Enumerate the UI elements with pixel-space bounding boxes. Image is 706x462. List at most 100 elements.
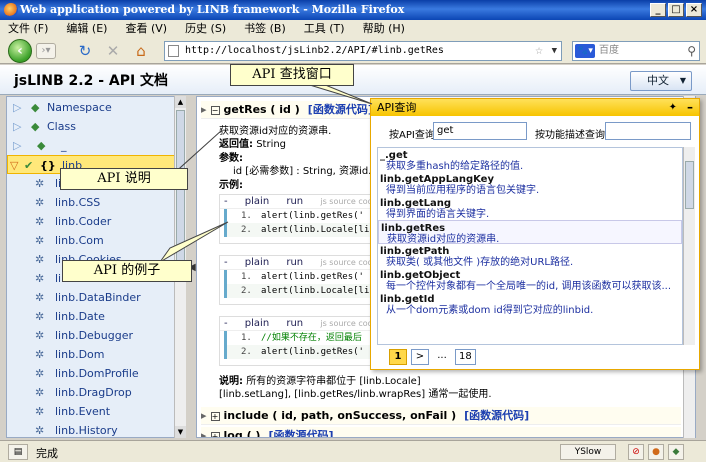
class-gear-icon: ✲ <box>35 215 45 228</box>
scroll-down-arrow-icon[interactable]: ▼ <box>175 426 186 438</box>
scroll-thumb[interactable] <box>176 110 185 270</box>
run-link[interactable]: run <box>286 257 303 268</box>
page-next-button[interactable]: > <box>411 349 429 365</box>
tree-item-underscore[interactable]: ▷ ◆ _ <box>7 136 177 155</box>
bookmark-star-icon[interactable]: ☆ <box>535 42 543 60</box>
list-item[interactable]: linb.getLang 得到界面的语言关键字. <box>378 196 682 220</box>
list-item[interactable]: linb.getObject 每一个控件对象都有一个全局唯一的id, 调用该函数可… <box>378 268 682 292</box>
firefox-addon-icon[interactable]: ● <box>648 444 664 460</box>
maximize-button[interactable]: □ <box>668 3 684 17</box>
search-placeholder: 百度 <box>599 45 619 56</box>
menu-view[interactable]: 查看 (V) <box>125 20 167 38</box>
list-item-selected[interactable]: linb.getRes 获取资源id对应的资源串. <box>378 220 682 245</box>
class-gear-icon: ✲ <box>35 329 45 342</box>
tree-item-linb-debugger[interactable]: ✲ linb.Debugger <box>7 326 177 345</box>
page-last[interactable]: 18 <box>455 349 476 365</box>
class-gear-icon: ✲ <box>35 405 45 418</box>
tree-item-linb-domprofile[interactable]: ✲ linb.DomProfile <box>7 364 177 383</box>
window-controls: _ □ × <box>650 3 702 17</box>
page-current[interactable]: 1 <box>389 349 407 365</box>
search-icon[interactable]: ⚲ <box>687 42 696 60</box>
tree-item-linb-com[interactable]: ✲ linb.Com <box>7 231 177 250</box>
tree-item-linb-dragdrop[interactable]: ✲ linb.DragDrop <box>7 383 177 402</box>
list-item[interactable]: linb.getAppLangKey 得到当前应用程序的语言包关键字. <box>378 172 682 196</box>
menu-bar: 文件 (F) 编辑 (E) 查看 (V) 历史 (S) 书签 (B) 工具 (T… <box>0 20 706 38</box>
callout-api-search-window: API 查找窗口 <box>230 64 354 86</box>
class-gear-icon: ✲ <box>35 291 45 304</box>
function-header-log[interactable]: ▸ + log ( ) [函数源代码] <box>201 427 681 437</box>
menu-file[interactable]: 文件 (F) <box>8 20 48 38</box>
language-select[interactable]: 中文 ▼ <box>630 71 692 91</box>
expand-box-icon[interactable]: + <box>210 431 220 437</box>
tree-item-linb-css[interactable]: ✲ linb.CSS <box>7 193 177 212</box>
search-by-api-input[interactable]: get <box>433 122 527 140</box>
tree-item-linb-coder[interactable]: ✲ linb.Coder <box>7 212 177 231</box>
list-item[interactable]: linb.getPath 获取类( 或其他文件 )存放的绝对URL路径. <box>378 244 682 268</box>
tree-item-linb-history[interactable]: ✲ linb.History <box>7 421 177 437</box>
close-button[interactable]: × <box>686 3 702 17</box>
expand-icon[interactable]: ▷ <box>13 117 21 136</box>
expand-icon[interactable]: ▷ <box>13 136 21 155</box>
addon-icon[interactable]: ◆ <box>668 444 684 460</box>
tree-item-namespace[interactable]: ▷ ◆ Namespace <box>7 98 177 117</box>
menu-help[interactable]: 帮助 (H) <box>363 20 405 38</box>
source-code-link[interactable]: [函数源代码] <box>308 103 373 116</box>
window-title-bar: Web application powered by LINB framewor… <box>0 0 706 20</box>
menu-bookmarks[interactable]: 书签 (B) <box>244 20 286 38</box>
url-dropdown-icon[interactable]: ▼ <box>552 42 557 60</box>
home-icon[interactable]: ⌂ <box>132 42 150 60</box>
stop-icon[interactable]: ✕ <box>104 42 122 60</box>
scroll-up-arrow-icon[interactable]: ▲ <box>175 96 186 108</box>
tree-item-linb-dom[interactable]: ✲ linb.Dom <box>7 345 177 364</box>
class-gear-icon: ✲ <box>35 310 45 323</box>
run-link[interactable]: run <box>286 318 303 329</box>
search-box[interactable]: 🐾▾ 百度 ⚲ <box>572 41 700 61</box>
reload-icon[interactable]: ↻ <box>76 42 94 60</box>
result-scrollbar[interactable] <box>683 147 695 345</box>
run-link[interactable]: run <box>286 196 303 207</box>
api-result-list: _.get 获取多重hash的给定路径的值. linb.getAppLangKey… <box>377 147 683 345</box>
class-icon: ◆ <box>31 120 40 133</box>
list-item[interactable]: linb.getId 从一个dom元素或dom id得到它对应的linbid. <box>378 292 682 316</box>
menu-edit[interactable]: 编辑 (E) <box>66 20 107 38</box>
params-label: 参数: <box>219 153 243 164</box>
expand-box-icon[interactable]: + <box>210 411 220 421</box>
plain-link[interactable]: plain <box>245 318 269 329</box>
pager: 1 > ... 18 <box>389 349 476 365</box>
source-code-link[interactable]: [函数源代码] <box>464 409 529 422</box>
url-bar[interactable]: http://localhost/jsLinb2.2/API/#linb.get… <box>164 41 562 61</box>
class-gear-icon: ✲ <box>35 253 45 266</box>
scroll-thumb[interactable] <box>685 161 694 209</box>
tree-item-linb-databinder[interactable]: ✲ linb.DataBinder <box>7 288 177 307</box>
tree-item-class[interactable]: ▷ ◆ Class <box>7 117 177 136</box>
list-item[interactable]: _.get 获取多重hash的给定路径的值. <box>378 148 682 172</box>
minimize-button[interactable]: _ <box>650 3 666 17</box>
url-text: http://localhost/jsLinb2.2/API/#linb.get… <box>185 45 444 56</box>
back-button[interactable]: ‹ <box>8 39 32 63</box>
api-search-title-bar[interactable]: API查询 ✦ – <box>371 99 699 116</box>
minimize-icon[interactable]: – <box>687 99 693 116</box>
status-page-icon: ▤ <box>8 444 28 460</box>
function-header-include[interactable]: ▸ + include ( id, path, onSuccess, onFail … <box>201 407 681 425</box>
tree-item-linb-date[interactable]: ✲ linb.Date <box>7 307 177 326</box>
callout-api-description: API 说明 <box>60 168 188 190</box>
api-search-inputs: 按API查询 get 按功能描述查询 <box>377 120 693 144</box>
yslow-button[interactable]: YSlow <box>560 444 616 460</box>
collapse-box-icon[interactable]: − <box>210 105 220 115</box>
pin-icon[interactable]: ✦ <box>669 99 677 116</box>
expand-icon[interactable]: ▷ <box>13 98 21 117</box>
source-code-link[interactable]: [函数源代码] <box>268 429 333 437</box>
search-by-desc-input[interactable] <box>605 122 691 140</box>
menu-history[interactable]: 历史 (S) <box>185 20 226 38</box>
plain-link[interactable]: plain <box>245 196 269 207</box>
plain-link[interactable]: plain <box>245 257 269 268</box>
api-search-window: API查询 ✦ – 按API查询 get 按功能描述查询 _.get 获取多重ha… <box>370 98 700 370</box>
class-gear-icon: ✲ <box>35 196 45 209</box>
search-engine-icon[interactable]: 🐾▾ <box>575 44 595 58</box>
menu-tools[interactable]: 工具 (T) <box>304 20 345 38</box>
return-line: 返回值: String <box>219 139 287 150</box>
forward-button[interactable]: ›▾ <box>36 43 56 59</box>
blocked-icon[interactable]: ⊘ <box>628 444 644 460</box>
tree-item-linb-event[interactable]: ✲ linb.Event <box>7 402 177 421</box>
collapse-icon[interactable]: ▽ <box>10 156 18 175</box>
